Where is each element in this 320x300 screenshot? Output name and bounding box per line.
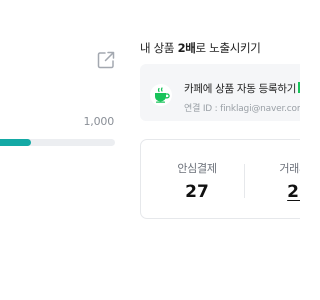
stat-label: 거래후기 xyxy=(279,162,300,175)
stat-label: 안심결제 xyxy=(177,162,217,175)
green-marker xyxy=(298,82,300,93)
coffee-cup-icon xyxy=(155,87,170,103)
heading-prefix: 내 상품 xyxy=(140,41,178,55)
cafe-auto-register-card[interactable]: 카페에 상품 자동 등록하기 연결 ID : finklagi@naver.co… xyxy=(140,64,300,121)
promotion-panel: 내 상품 2배로 노출시키기 카페에 상품 자동 등록하기 연결 ID : fi… xyxy=(140,0,300,300)
progress-bar-fill xyxy=(0,139,32,146)
heading-suffix: 로 노출시키기 xyxy=(195,41,261,55)
stats-divider xyxy=(244,164,245,198)
cafe-connected-id: 연결 ID : finklagi@naver.com xyxy=(184,104,300,114)
trade-stats-card: 안심결제 27 거래후기 26 xyxy=(140,139,300,219)
promotion-heading: 내 상품 2배로 노출시키기 xyxy=(140,40,261,56)
stat-trade-reviews[interactable]: 거래후기 26 xyxy=(251,160,300,202)
heading-bold: 2배 xyxy=(177,41,196,55)
cafe-icon-badge xyxy=(150,84,172,106)
sales-progress-panel: 1,000 xyxy=(0,0,120,300)
progress-bar-track xyxy=(0,139,115,146)
stat-value: 27 xyxy=(185,182,209,202)
cafe-card-title: 카페에 상품 자동 등록하기 xyxy=(184,81,300,96)
external-link-icon[interactable] xyxy=(96,50,116,70)
progress-max-label: 1,000 xyxy=(83,115,115,128)
stat-safe-payment: 안심결제 27 xyxy=(149,160,245,202)
stat-value-link[interactable]: 26 xyxy=(251,182,300,202)
cafe-card-title-text: 카페에 상품 자동 등록하기 xyxy=(184,83,297,95)
